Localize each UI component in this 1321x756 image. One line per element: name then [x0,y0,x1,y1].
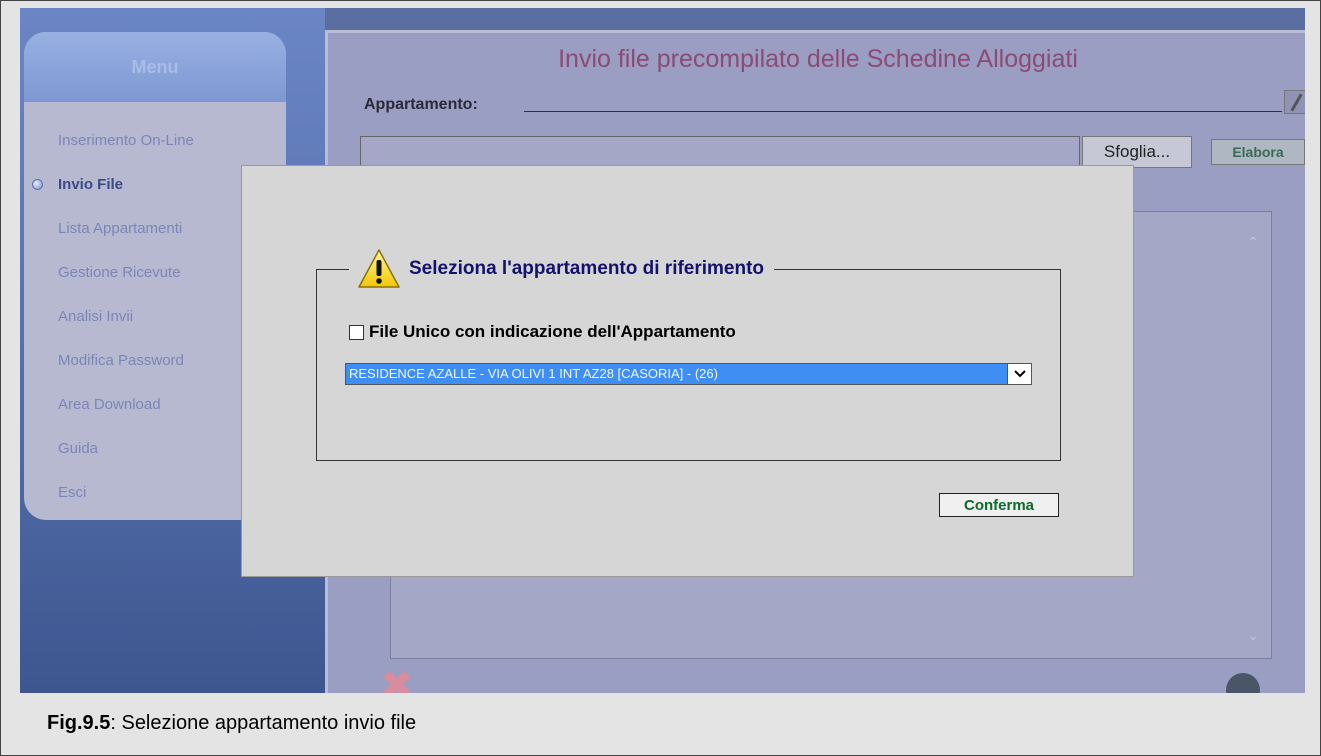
figure-caption: Fig.9.5: Selezione appartamento invio fi… [47,712,416,735]
sidebar-item-label: Modifica Password [58,351,184,369]
scroll-down-icon[interactable]: ⌄ [1247,627,1259,644]
apartment-select-value: RESIDENCE AZALLE - VIA OLIVI 1 INT AZ28 … [349,366,718,381]
sidebar-item-label: Gestione Ricevute [58,263,181,281]
sidebar-item-label: Inserimento On-Line [58,131,194,149]
dialog-title: Seleziona l'appartamento di riferimento [409,258,765,279]
app-screenshot: Menu Inserimento On-Line Invio File List… [20,8,1305,693]
confirm-button[interactable]: Conferma [939,493,1059,517]
figure-number: Fig.9.5 [47,712,111,734]
sidebar-item-label: Analisi Invii [58,307,134,325]
pencil-icon[interactable] [1284,90,1305,114]
single-file-label: File Unico con indicazione dell'Appartam… [369,322,736,341]
sidebar-item-label: Invio File [58,175,124,193]
select-apartment-dialog: Seleziona l'appartamento di riferimento … [241,165,1134,577]
menu-header: Menu [24,32,286,102]
single-file-option[interactable]: File Unico con indicazione dell'Appartam… [349,322,736,342]
apartment-label: Appartamento: [364,96,478,113]
sidebar-item-label: Area Download [58,395,161,413]
page-title: Invio file precompilato delle Schedine A… [558,45,1078,73]
warning-icon [358,249,400,288]
sidebar-item-inserimento-online[interactable]: Inserimento On-Line [24,118,286,162]
single-file-checkbox[interactable] [349,324,364,340]
fieldset-legend: Seleziona l'appartamento di riferimento [349,246,775,292]
process-button[interactable]: Elabora [1211,139,1305,165]
sidebar-item-label: Guida [58,439,99,457]
apartment-select[interactable]: RESIDENCE AZALLE - VIA OLIVI 1 INT AZ28 … [345,363,1032,385]
bullet-icon [32,179,43,190]
apartment-field[interactable] [524,111,1282,112]
figure-frame: Menu Inserimento On-Line Invio File List… [0,0,1321,756]
apartment-fieldset: Seleziona l'appartamento di riferimento … [316,246,1061,461]
caption-text: : Selezione appartamento invio file [110,712,417,734]
menu-title: Menu [131,56,179,77]
sidebar-item-label: Esci [58,483,87,501]
browse-button[interactable]: Sfoglia... [1082,136,1192,168]
send-icon[interactable] [1226,673,1260,693]
scroll-up-icon[interactable]: ⌃ [1247,234,1259,251]
cancel-icon[interactable]: ✖ [380,666,450,693]
file-path-input[interactable] [360,136,1080,168]
chevron-down-icon[interactable] [1007,364,1031,384]
sidebar-item-label: Lista Appartamenti [58,219,183,237]
